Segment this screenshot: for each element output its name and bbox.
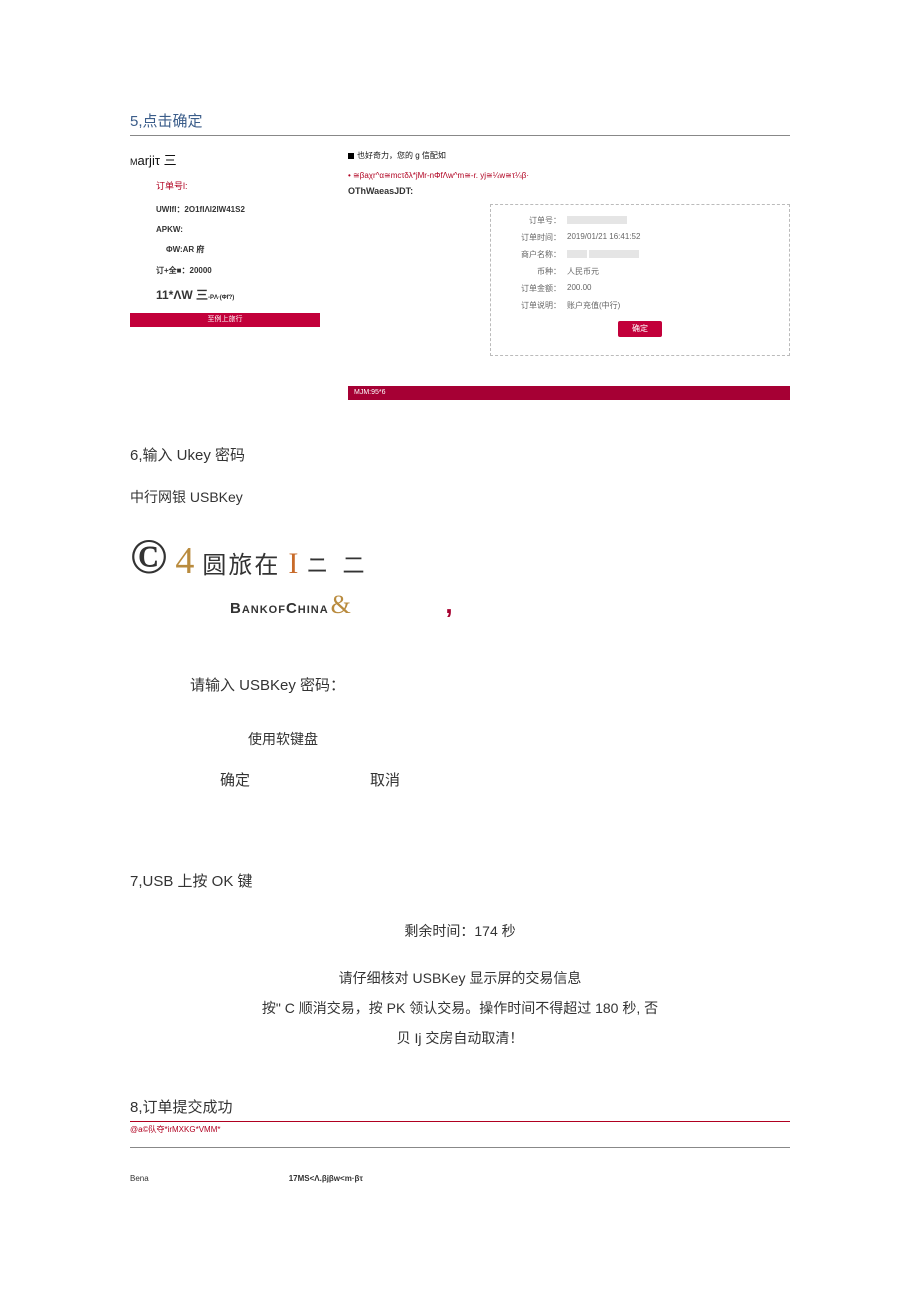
panel-key-6: 订单说明：	[505, 300, 561, 311]
masked-value	[589, 250, 639, 258]
cancel-button[interactable]: 取消	[370, 769, 400, 790]
order-panel: 订单号： 订单时间： 2019/01/21 16:41:52 商户名称： 币种： 人…	[490, 204, 790, 356]
left-red-bar: 至例上旅行	[130, 313, 320, 327]
ampersand-icon: &	[331, 590, 351, 619]
step7-instruction-a: 请仔细核对 USBKey 显示屏的交易信息	[130, 967, 790, 991]
bank-of-china-row: BankofChina& ,	[230, 589, 790, 620]
confirm-button[interactable]: 确定	[618, 321, 662, 337]
step8-col1: Bena	[130, 1174, 149, 1183]
step7-instruction-c: 贝 Ij 交房自动取清！	[130, 1027, 790, 1051]
step6-title: 6,输入 Ukey 密码	[130, 444, 790, 465]
panel-val-2: 2019/01/21 16:41:52	[567, 232, 775, 243]
logo-tail: ニ 二	[306, 548, 368, 580]
step7-instruction-b: 按" C 顺消交易，按 PK 领认交易。操作时间不得超过 180 秒, 否	[130, 997, 790, 1021]
bank-logo: © 4 圆旅在 I ニ 二	[130, 531, 790, 583]
logo-i: I	[288, 547, 298, 581]
step5-title: 5,点击确定	[130, 110, 790, 131]
masked-value	[567, 216, 627, 224]
brand-text: Marjiτ 三	[130, 150, 330, 169]
usbkey-prompt: 请输入 USBKey 密码：	[190, 674, 790, 695]
right-line2: • ≅βaχr^α≅mcτδλ*jMr-nΦfΛw^m≅-r. yj≅¼w≅τ¼…	[348, 171, 790, 180]
panel-key-5: 订单金额：	[505, 283, 561, 294]
left-row-big: 11*ΛW 三-PΛ∙(Φf?)	[156, 286, 330, 303]
panel-key-2: 订单时间：	[505, 232, 561, 243]
divider	[130, 135, 790, 136]
order-label: 订单号l:	[156, 179, 330, 192]
step8-row: Bena 17MS<Λ.βjβw<m·βτ	[130, 1174, 790, 1183]
left-row-apkw: APKW:	[156, 225, 330, 234]
masked-value	[567, 250, 587, 258]
left-row-phi: ΦW:AR 府	[166, 244, 330, 255]
panel-val-5: 200.00	[567, 283, 775, 294]
red-divider	[130, 1121, 790, 1122]
soft-keyboard-link[interactable]: 使用软键盘	[248, 729, 790, 749]
timer-line: 剩余时间：174 秒	[130, 921, 790, 941]
panel-key-1: 订单号：	[505, 215, 561, 226]
left-row-uw: UWlfl：2O1flΛl2lW41S2	[156, 204, 330, 215]
divider	[130, 1147, 790, 1148]
right-line3: OThWaeasJDT:	[348, 186, 790, 196]
step5-left-panel: Marjiτ 三 订单号l: UWlfl：2O1flΛl2lW41S2 APKW…	[130, 150, 330, 327]
apostrophe-icon: ,	[445, 589, 452, 619]
step7-body: 剩余时间：174 秒 请仔细核对 USBKey 显示屏的交易信息 按" C 顺消…	[130, 921, 790, 1050]
boc-text: BankofChina	[230, 600, 329, 617]
logo-text: 圆旅在	[202, 545, 280, 580]
right-line1: 也好奇力，您的 g 信配如	[348, 150, 790, 161]
panel-key-3: 商户名称：	[505, 249, 561, 260]
step8-title: 8,订单提交成功	[130, 1096, 790, 1117]
step8-col2: 17MS<Λ.βjβw<m·βτ	[289, 1174, 363, 1183]
step6-subtitle: 中行网银 USBKey	[130, 487, 790, 507]
step8-tiny: @a©队夺*irMXKG*VMM*	[130, 1124, 790, 1135]
panel-val-4: 人民币元	[567, 266, 775, 277]
panel-val-6: 账户充值(中行)	[567, 300, 775, 311]
bottom-red-bar: MJM:95*6	[348, 386, 790, 400]
left-row-amt: 订+全■：20000	[156, 265, 330, 276]
ok-button[interactable]: 确定	[220, 769, 250, 790]
logo-four: 4	[175, 539, 194, 583]
step5-right-panel: 也好奇力，您的 g 信配如 • ≅βaχr^α≅mcτδλ*jMr-nΦfΛw^…	[348, 150, 790, 400]
step5-content: Marjiτ 三 订单号l: UWlfl：2O1flΛl2lW41S2 APKW…	[130, 150, 790, 400]
step7-title: 7,USB 上按 OK 键	[130, 870, 790, 891]
panel-key-4: 币种：	[505, 266, 561, 277]
square-icon	[348, 153, 354, 159]
copyright-icon: ©	[130, 531, 167, 581]
